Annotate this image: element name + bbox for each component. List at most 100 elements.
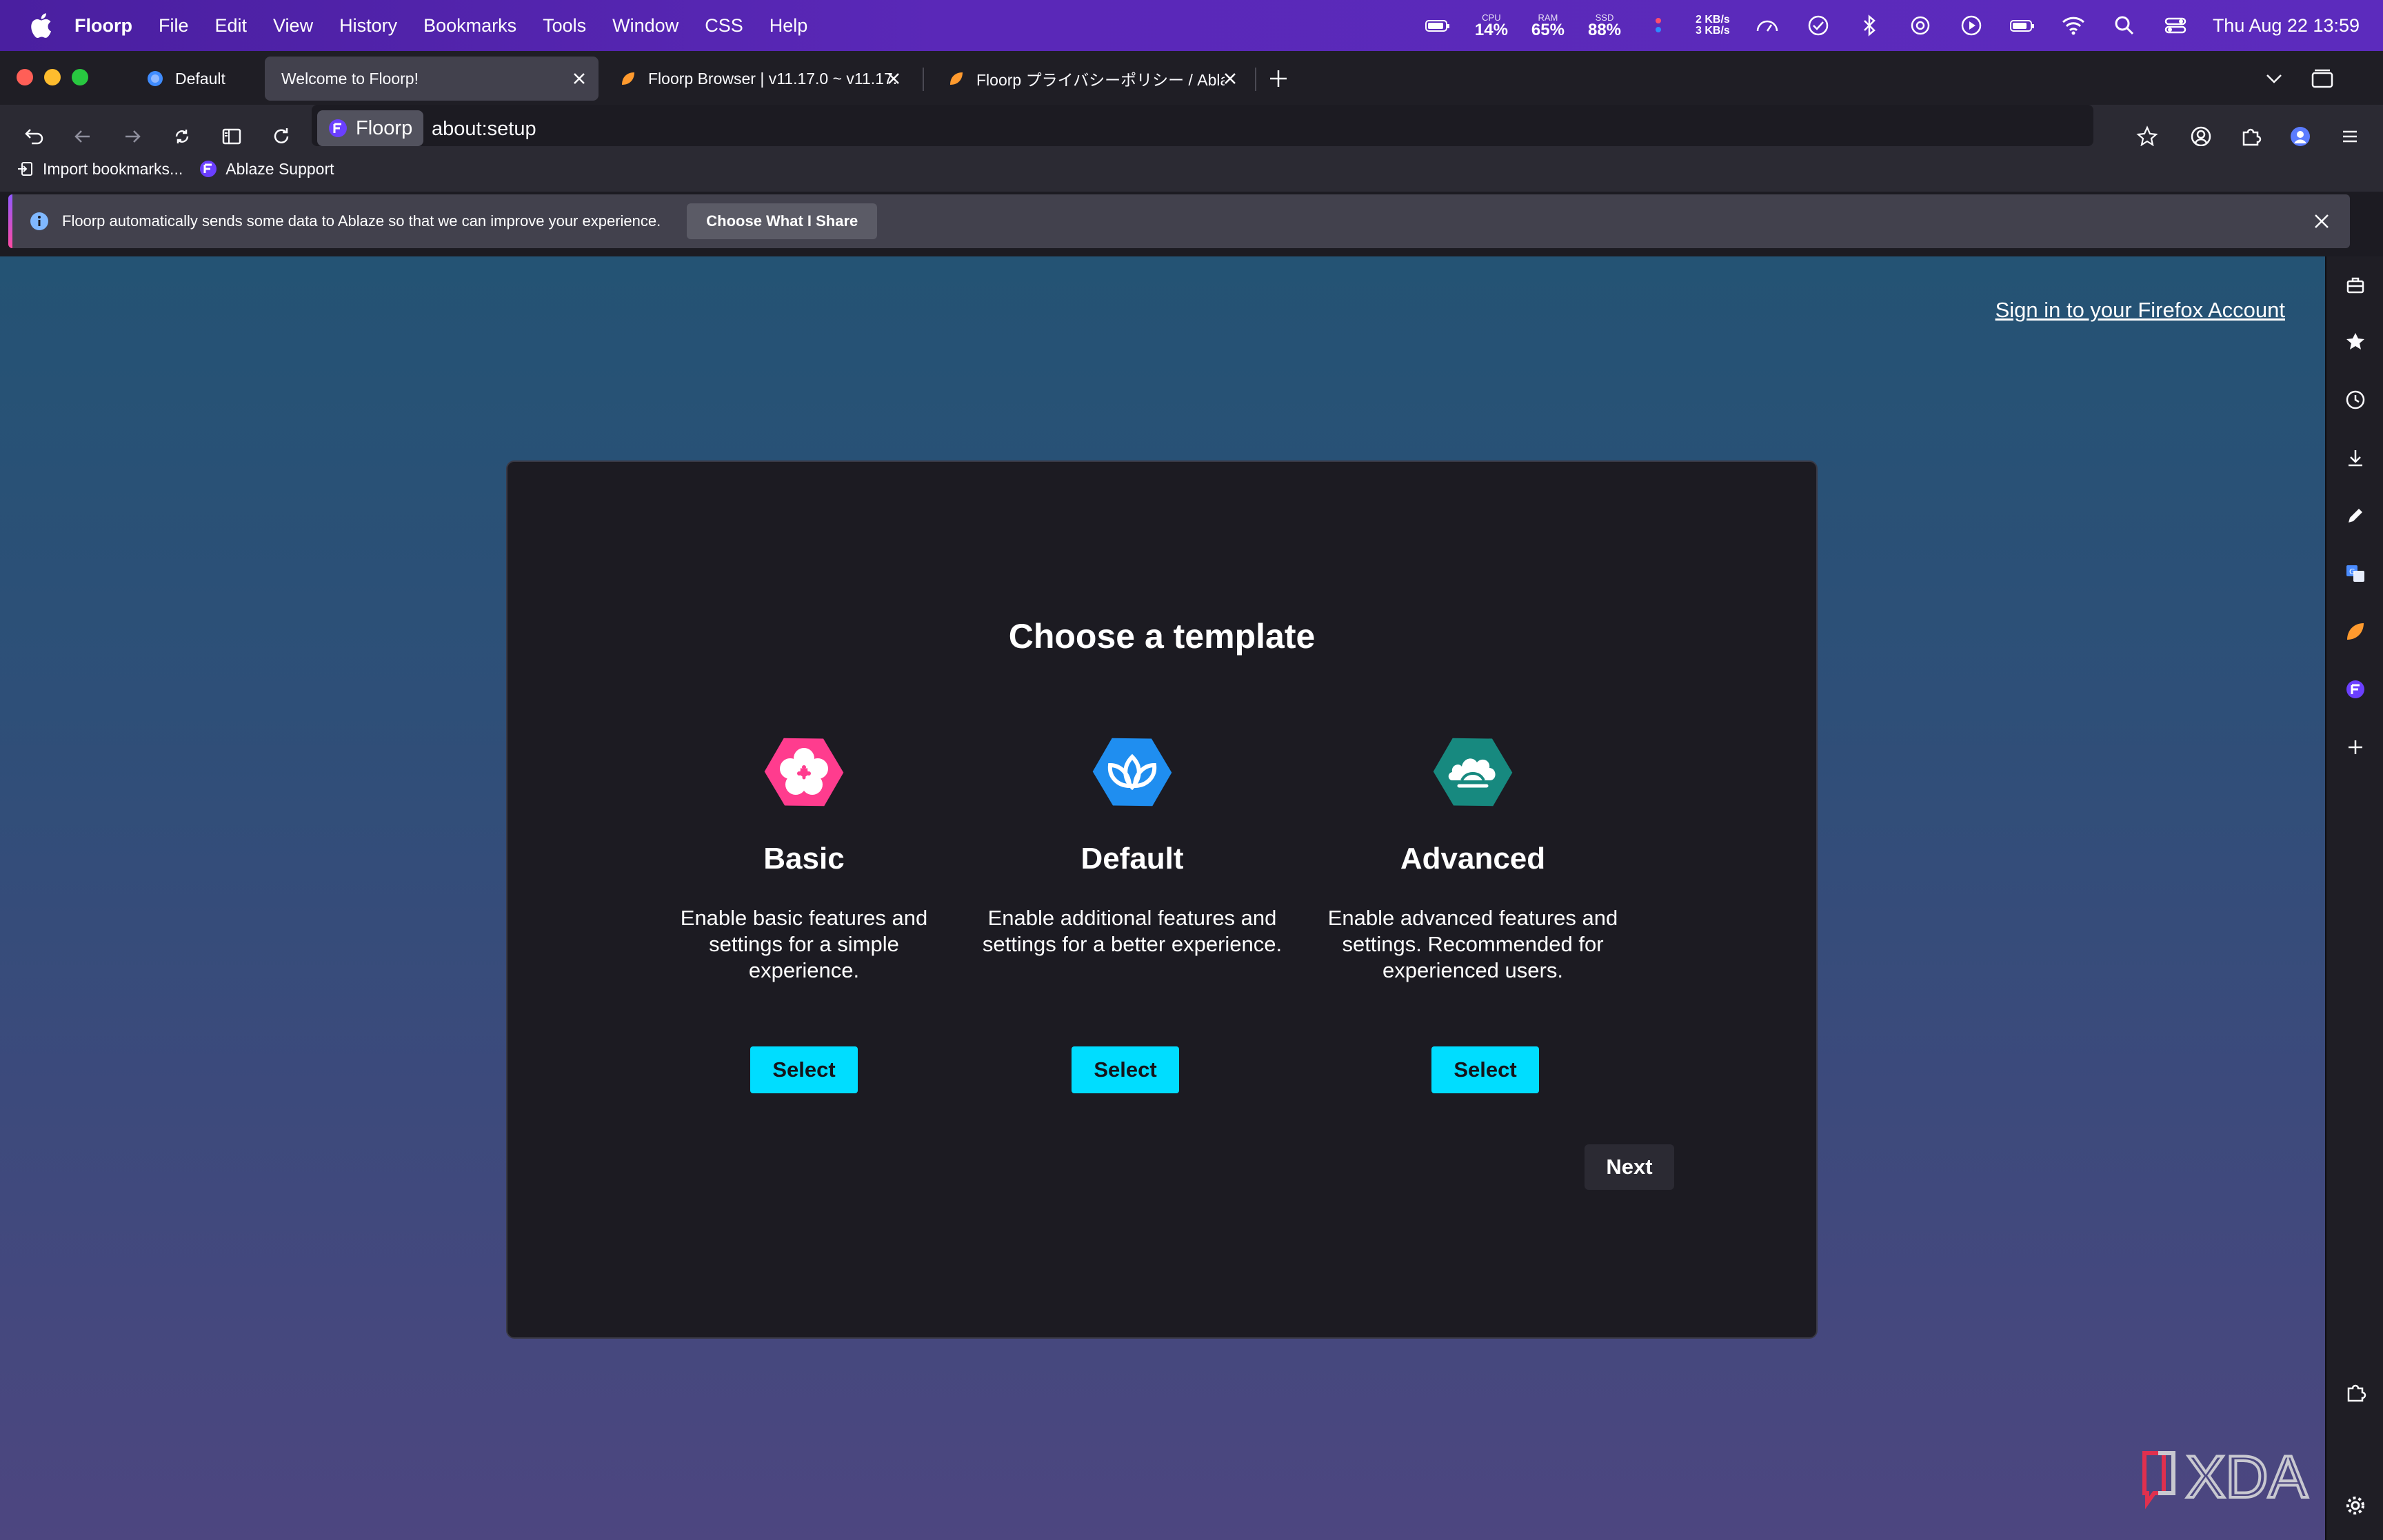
- identity-label: Floorp: [356, 116, 413, 139]
- spotlight-search-icon[interactable]: [2111, 12, 2138, 39]
- network-dots-icon: [1656, 18, 1662, 32]
- cpu-value: 14%: [1474, 20, 1508, 39]
- sidebar-add-panel-button[interactable]: [2340, 732, 2371, 762]
- account-icon: [2191, 126, 2211, 147]
- wifi-icon[interactable]: [2060, 12, 2087, 39]
- tab-close-icon[interactable]: [570, 69, 589, 88]
- window-minimize-button[interactable]: [44, 69, 61, 85]
- list-all-tabs-icon[interactable]: [2262, 66, 2286, 91]
- star-outline-icon: [2136, 125, 2158, 147]
- tab-floorp-browser[interactable]: Floorp Browser | v11.17.0 ~ v11.17.5: [604, 57, 913, 101]
- menu-edit[interactable]: Edit: [215, 15, 248, 37]
- tab-close-icon[interactable]: [884, 69, 903, 88]
- sidebar-addons-button[interactable]: [2340, 1377, 2371, 1408]
- template-description: Enable advanced features and settings. R…: [1327, 906, 1618, 982]
- window-close-button[interactable]: [17, 69, 33, 85]
- bookmark-import[interactable]: Import bookmarks...: [17, 160, 183, 179]
- menu-file[interactable]: File: [159, 15, 189, 37]
- ssd-value: 88%: [1587, 20, 1622, 39]
- menu-bookmarks[interactable]: Bookmarks: [423, 15, 516, 37]
- ram-stat[interactable]: RAM 65%: [1531, 13, 1565, 39]
- sync-icon: [175, 130, 189, 143]
- menu-history[interactable]: History: [339, 15, 397, 37]
- menubar-clock[interactable]: Thu Aug 22 13:59: [2213, 15, 2360, 37]
- tab-welcome[interactable]: Welcome to Floorp!: [265, 57, 599, 101]
- sidebar-downloads-button[interactable]: [2340, 443, 2371, 473]
- new-tab-icon[interactable]: [1266, 66, 1291, 91]
- battery-icon[interactable]: [1424, 12, 1451, 39]
- tab-privacy-policy[interactable]: Floorp プライバシーポリシー / Ablaze: [932, 57, 1249, 101]
- menu-window[interactable]: Window: [612, 15, 678, 37]
- window-zoom-button[interactable]: [72, 69, 88, 85]
- puzzle-icon: [2242, 128, 2262, 146]
- sidebar-ablaze-button[interactable]: [2340, 674, 2371, 705]
- plus-icon: [2349, 740, 2362, 754]
- workspace-globe-icon: [148, 71, 163, 86]
- menu-tools[interactable]: Tools: [543, 15, 586, 37]
- choose-what-i-share-button[interactable]: Choose What I Share: [687, 203, 878, 239]
- reload-icon: [274, 128, 289, 143]
- cpu-stat[interactable]: CPU 14%: [1475, 13, 1508, 39]
- url-text[interactable]: about:setup: [432, 113, 536, 145]
- info-icon: [30, 212, 48, 230]
- select-advanced-button[interactable]: Select: [1431, 1046, 1539, 1093]
- select-basic-button[interactable]: Select: [750, 1046, 858, 1093]
- download-icon: [2349, 450, 2362, 467]
- play-icon[interactable]: [1958, 12, 1985, 39]
- tab-separator: [1255, 68, 1256, 91]
- bluetooth-icon[interactable]: [1856, 12, 1883, 39]
- sidebar-history-button[interactable]: [2340, 385, 2371, 415]
- sidebar-notes-button[interactable]: [2340, 500, 2371, 531]
- template-advanced: Advanced Enable advanced features and se…: [1314, 731, 1631, 984]
- bookmarks-toolbar: Import bookmarks... Ablaze Support: [0, 146, 2383, 192]
- floorp-leaf-icon: [2347, 623, 2364, 640]
- notification-accent-stripe: [8, 194, 12, 248]
- sidebar-floorp-button[interactable]: [2340, 616, 2371, 647]
- sidebar-bookmarks-button[interactable]: [2340, 327, 2371, 357]
- pine-cloud-icon: [1433, 738, 1513, 807]
- tab-manager-icon[interactable]: [2309, 66, 2336, 91]
- menu-help[interactable]: Help: [770, 15, 808, 37]
- checkmark-icon[interactable]: [1804, 12, 1832, 39]
- floorp-logo-icon: [200, 161, 217, 177]
- next-button[interactable]: Next: [1585, 1144, 1674, 1190]
- undo-icon: [25, 129, 43, 145]
- data-reporting-notification: Floorp automatically sends some data to …: [8, 194, 2350, 248]
- tab-title: Floorp プライバシーポリシー / Ablaze: [976, 71, 1225, 89]
- apple-icon[interactable]: [28, 10, 52, 41]
- bookmark-label: Import bookmarks...: [43, 159, 183, 178]
- puzzle-icon: [2347, 1384, 2366, 1402]
- arrow-right-icon: [125, 130, 141, 143]
- identity-box[interactable]: Floorp: [317, 110, 424, 146]
- ssd-label: SSD: [1595, 12, 1614, 23]
- bookmark-ablaze-support[interactable]: Ablaze Support: [199, 160, 334, 179]
- floorp-logo-icon: [2346, 680, 2364, 698]
- menubar-status-area: CPU 14% RAM 65% SSD 88% 2 KB/s 3 KB/s Thu Au…: [1424, 0, 2360, 51]
- workspace-label: Default: [175, 69, 225, 88]
- sign-in-link[interactable]: Sign in to your Firefox Account: [1995, 298, 2285, 323]
- menu-view[interactable]: View: [273, 15, 313, 37]
- tab-close-icon[interactable]: [1220, 69, 1240, 88]
- select-default-button[interactable]: Select: [1072, 1046, 1179, 1093]
- menu-css[interactable]: CSS: [705, 15, 743, 37]
- openai-icon[interactable]: [1907, 12, 1934, 39]
- sidebar-toolbox-button[interactable]: [2340, 270, 2371, 301]
- clock-icon: [2346, 390, 2365, 409]
- hamburger-menu-icon: [2343, 130, 2357, 143]
- page-title: Choose a template: [1008, 617, 1316, 656]
- url-bar[interactable]: [312, 105, 2093, 146]
- star-icon: [2346, 333, 2364, 349]
- ram-label: RAM: [1538, 12, 1558, 23]
- translate-icon: G: [2346, 565, 2364, 582]
- cpu-label: CPU: [1482, 12, 1501, 23]
- workspace-selector[interactable]: Default: [131, 57, 255, 101]
- ssd-stat[interactable]: SSD 88%: [1588, 13, 1621, 39]
- net-up: 2 KB/s: [1696, 14, 1730, 26]
- menu-app-name[interactable]: Floorp: [74, 15, 132, 37]
- control-center-icon[interactable]: [2162, 12, 2189, 39]
- close-icon[interactable]: [2311, 211, 2332, 232]
- battery-status-icon[interactable]: [2009, 12, 2036, 39]
- network-stat[interactable]: 2 KB/s 3 KB/s: [1696, 14, 1730, 37]
- gauge-icon[interactable]: [1753, 12, 1781, 39]
- sidebar-translate-button[interactable]: G: [2340, 558, 2371, 589]
